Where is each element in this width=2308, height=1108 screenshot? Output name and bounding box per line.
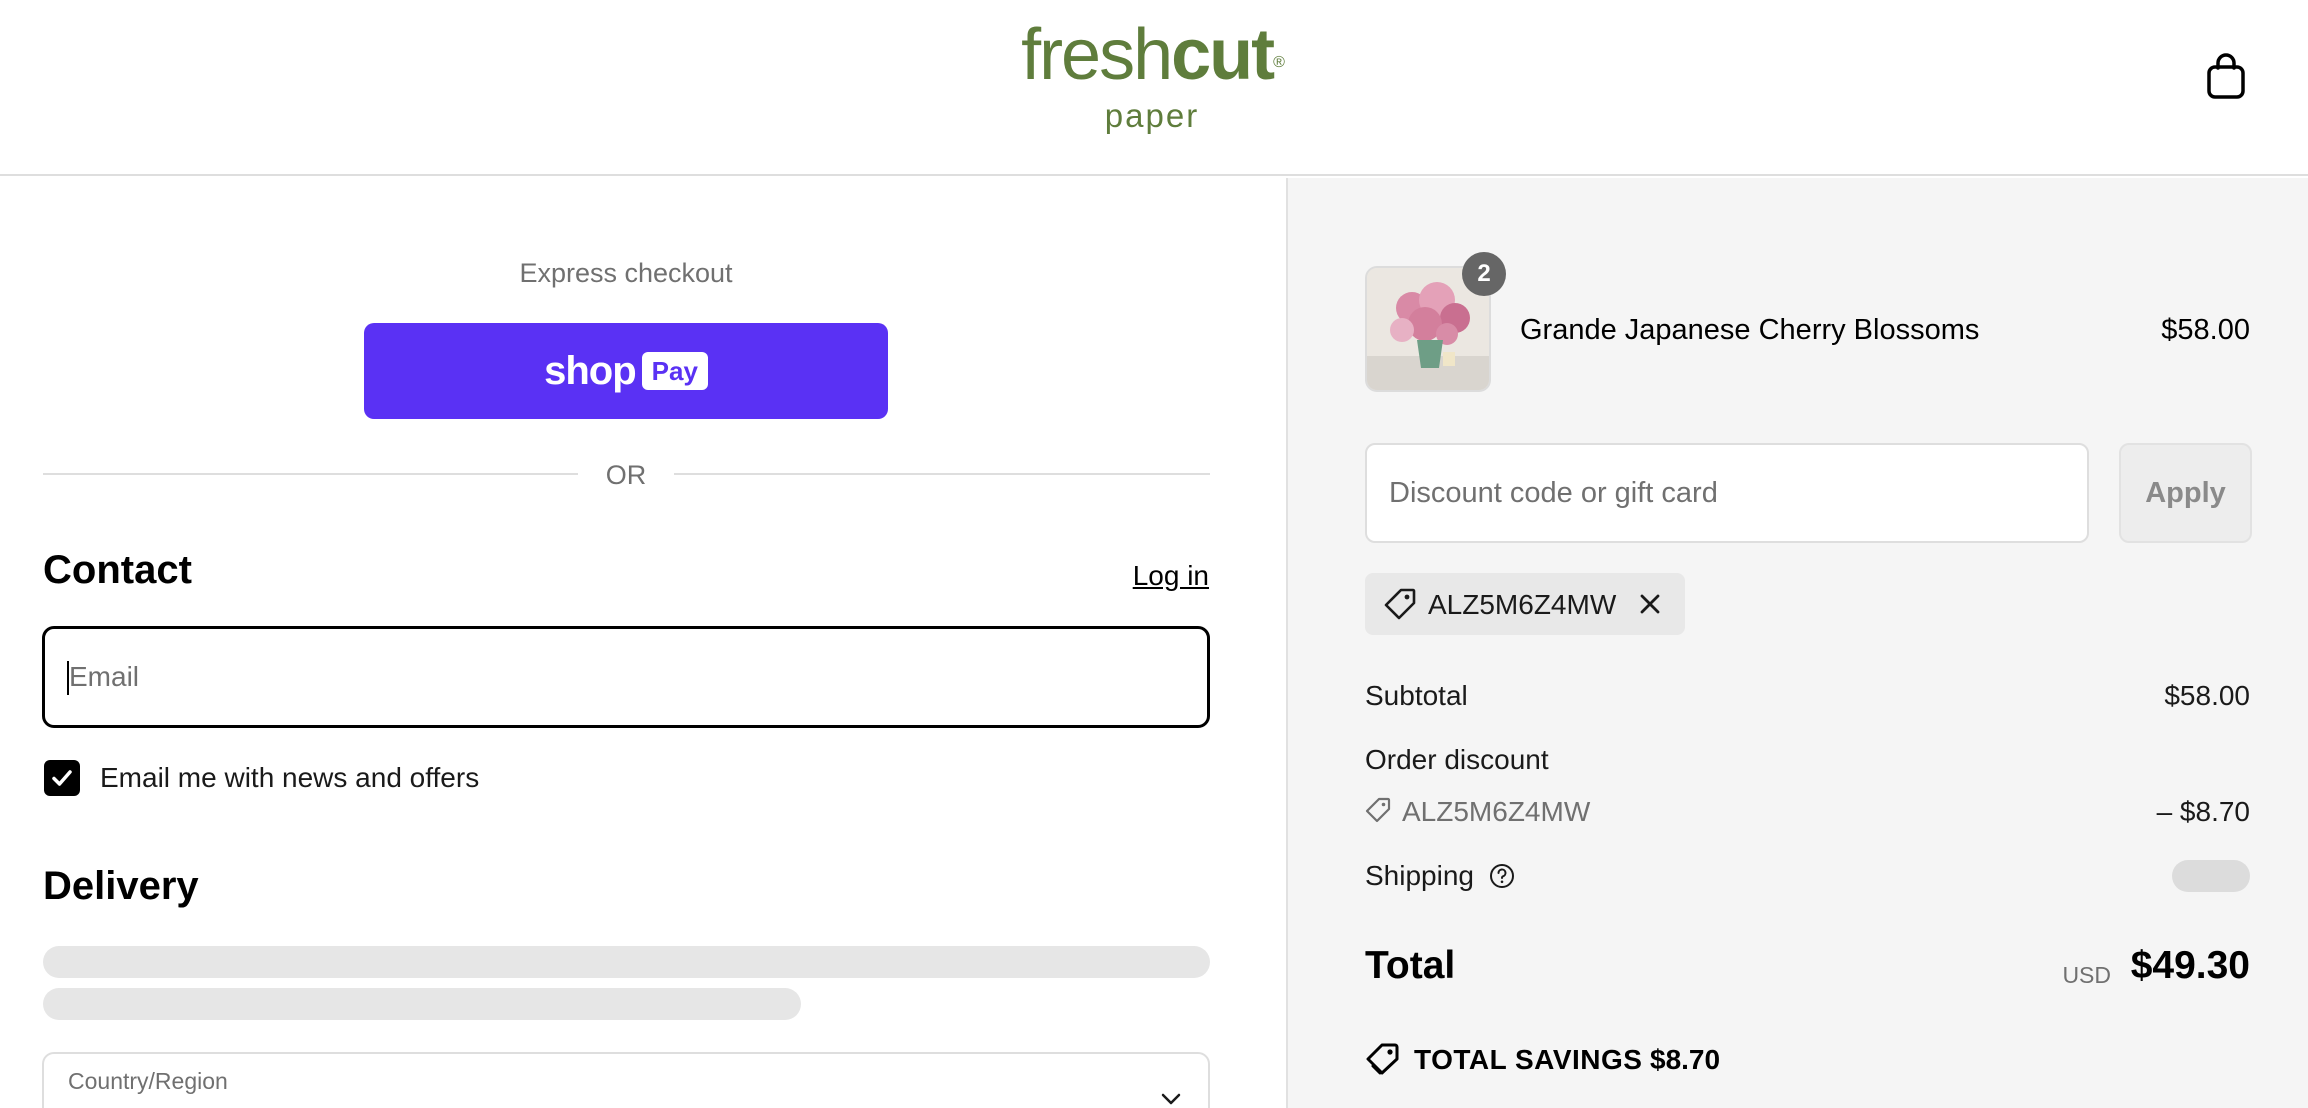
brand-logo[interactable]: freshcut® paper [1012, 14, 1292, 134]
tag-icon [1384, 588, 1416, 620]
remove-discount-icon[interactable] [1635, 589, 1665, 619]
login-link[interactable]: Log in [1133, 560, 1209, 592]
chevron-down-icon [1161, 1093, 1181, 1105]
order-discount-value: – $8.70 [2156, 796, 2250, 827]
order-discount-code: ALZ5M6Z4MW [1402, 796, 1591, 827]
subtotal-label: Subtotal [1365, 680, 1468, 711]
total-label: Total [1365, 944, 1456, 987]
contact-heading: Contact [43, 548, 192, 592]
loading-skeleton [43, 988, 801, 1020]
text-caret [67, 661, 69, 695]
shipping-label: Shipping [1365, 860, 1474, 891]
total-value: $49.30 [2130, 944, 2250, 987]
shop-pay-badge: Pay [641, 352, 708, 390]
newsletter-label[interactable]: Email me with news and offers [100, 762, 479, 794]
order-discount-label: Order discount [1365, 744, 1549, 775]
order-summary: 2 Grande Japanese Cherry Blossoms $58.00… [1286, 178, 2308, 1108]
email-field[interactable] [42, 626, 1210, 728]
logo-subtitle: paper [1104, 97, 1200, 134]
loading-skeleton [43, 946, 1210, 978]
shop-pay-button[interactable]: shop Pay [364, 323, 888, 419]
question-circle-icon[interactable] [1488, 862, 1516, 890]
applied-discount-code: ALZ5M6Z4MW [1428, 589, 1617, 620]
applied-discount-chip: ALZ5M6Z4MW [1365, 573, 1685, 635]
quantity-badge: 2 [1462, 252, 1506, 296]
savings-tag-icon [1366, 1043, 1399, 1075]
subtotal-value: $58.00 [2164, 680, 2250, 711]
logo-wordmark: freshcut® [1021, 15, 1285, 95]
total-currency: USD [2062, 962, 2111, 988]
shop-pay-wordmark: shop [544, 348, 637, 393]
shipping-loading-skeleton [2172, 860, 2250, 892]
checkout-form-column: Express checkout shop Pay OR Contact Log… [0, 178, 1286, 1108]
newsletter-checkbox[interactable] [44, 760, 80, 796]
total-savings-value: $8.70 [1650, 1044, 1721, 1075]
total-savings-label: TOTAL SAVINGS [1414, 1044, 1643, 1075]
product-name: Grande Japanese Cherry Blossoms [1520, 314, 1980, 346]
checkmark-icon [52, 770, 72, 786]
tag-icon [1365, 797, 1391, 823]
apply-discount-button[interactable]: Apply [2119, 443, 2252, 543]
delivery-heading: Delivery [43, 864, 199, 908]
express-checkout-label: Express checkout [519, 258, 733, 288]
discount-code-field[interactable] [1365, 443, 2089, 543]
header: freshcut® paper [0, 0, 2308, 176]
product-price: $58.00 [2161, 314, 2250, 346]
country-select[interactable]: Country/Region [42, 1052, 1210, 1108]
country-label: Country/Region [68, 1068, 228, 1094]
or-separator: OR [605, 460, 647, 490]
shopping-bag-icon[interactable] [2205, 52, 2247, 100]
